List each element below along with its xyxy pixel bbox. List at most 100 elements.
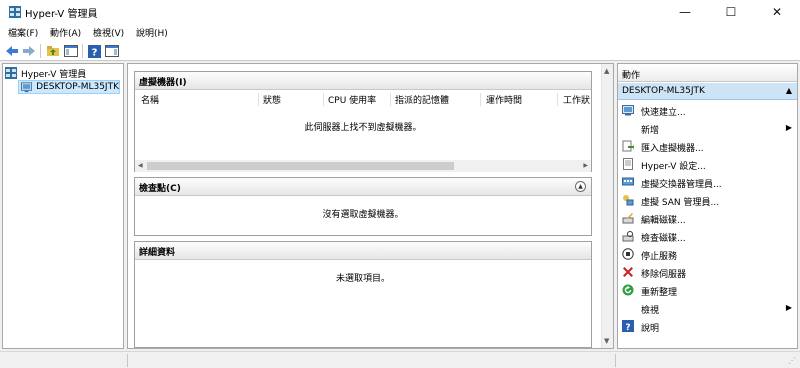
menu-help[interactable]: 說明(H) <box>136 26 168 39</box>
action-inspect-disk[interactable]: 檢查磁碟... <box>618 227 797 245</box>
action-label: 虛擬交換器管理員... <box>641 180 722 190</box>
actions-group-label: DESKTOP-ML35JTK <box>622 86 705 96</box>
show-hide-action-pane-button[interactable] <box>104 43 120 59</box>
submenu-arrow-icon: ▶ <box>785 123 792 132</box>
actions-group-server[interactable]: DESKTOP-ML35JTK ▲ <box>618 83 797 100</box>
column-name[interactable]: 名稱 <box>141 93 159 106</box>
help-icon: ? <box>622 320 634 332</box>
action-label: 編輯磁碟... <box>641 216 686 226</box>
svg-text:?: ? <box>91 47 97 58</box>
action-label: 虛擬 SAN 管理員... <box>641 198 720 208</box>
vms-horizontal-scrollbar[interactable]: ◀ ▶ <box>135 160 591 172</box>
chevron-up-icon: ▲ <box>578 183 583 190</box>
column-status[interactable]: 工作狀 <box>563 93 591 106</box>
tree-item-server[interactable]: DESKTOP-ML35JTK <box>18 80 120 94</box>
action-label: 重新整理 <box>641 288 678 298</box>
show-hide-tree-button[interactable] <box>63 43 79 59</box>
forward-arrow-icon <box>23 46 35 56</box>
help-toolbar-button[interactable]: ? <box>86 43 102 59</box>
san-manager-icon <box>623 195 634 206</box>
submenu-arrow-icon: ▶ <box>785 303 792 312</box>
show-hide-tree-icon <box>64 45 78 57</box>
menu-view[interactable]: 檢視(V) <box>93 26 124 39</box>
menu-file[interactable]: 檔案(F) <box>8 26 38 39</box>
details-empty-message: 未選取項目。 <box>335 274 390 284</box>
import-vm-icon <box>622 140 634 152</box>
column-state[interactable]: 狀態 <box>263 93 281 106</box>
stop-service-icon <box>622 248 634 260</box>
scroll-up-icon[interactable]: ▲ <box>604 67 609 75</box>
action-label: 停止服務 <box>641 252 678 262</box>
action-new[interactable]: 新增 ▶ <box>618 119 797 137</box>
action-label: 檢視 <box>641 306 660 316</box>
close-icon: ✕ <box>771 5 783 19</box>
scroll-down-icon[interactable]: ▼ <box>604 337 609 345</box>
action-stop-service[interactable]: 停止服務 <box>618 245 797 263</box>
menu-action[interactable]: 動作(A) <box>50 26 81 39</box>
up-button[interactable] <box>45 43 61 59</box>
inspect-disk-icon <box>622 231 634 242</box>
vms-scroll-thumb[interactable] <box>147 162 454 170</box>
action-hyper-v-settings[interactable]: Hyper-V 設定... <box>618 155 797 173</box>
actions-pane: 動作 DESKTOP-ML35JTK ▲ 快速建立... 新增 ▶ 匯入虛擬機器… <box>617 63 798 349</box>
action-remove-server[interactable]: 移除伺服器 <box>618 263 797 281</box>
status-bar: ⋰ <box>0 351 800 368</box>
column-assigned-memory[interactable]: 指派的記憶體 <box>395 93 449 106</box>
action-label: 新增 <box>641 126 660 136</box>
forward-button[interactable] <box>21 43 37 59</box>
column-uptime[interactable]: 運作時間 <box>486 93 522 106</box>
title-bar: Hyper-V 管理員 — ☐ ✕ <box>0 0 800 24</box>
resize-grip-icon[interactable]: ⋰ <box>788 356 798 366</box>
scroll-left-icon[interactable]: ◀ <box>138 162 143 169</box>
action-refresh[interactable]: 重新整理 <box>618 281 797 299</box>
action-virtual-switch-manager[interactable]: 虛擬交換器管理員... <box>618 173 797 191</box>
svg-text:?: ? <box>625 323 630 332</box>
quick-create-icon <box>622 105 634 116</box>
scroll-right-icon[interactable]: ▶ <box>583 162 588 169</box>
action-quick-create[interactable]: 快速建立... <box>618 101 797 119</box>
back-button[interactable] <box>4 43 20 59</box>
switch-manager-icon <box>622 177 634 186</box>
toolbar: ? <box>0 41 800 61</box>
show-hide-action-pane-icon <box>105 45 119 57</box>
details-header: 詳細資料 <box>135 242 591 260</box>
collapse-checkpoints-button[interactable]: ▲ <box>575 181 586 192</box>
window-title: Hyper-V 管理員 <box>25 9 98 20</box>
up-folder-icon <box>47 46 59 56</box>
action-label: 說明 <box>641 324 660 334</box>
checkpoints-section: 檢查點(C) ▲ 沒有選取虛擬機器。 <box>134 177 592 236</box>
menu-bar: 檔案(F) 動作(A) 檢視(V) 說明(H) <box>0 24 800 41</box>
column-cpu-usage[interactable]: CPU 使用率 <box>328 93 376 106</box>
action-label: 移除伺服器 <box>641 270 687 280</box>
refresh-icon <box>622 284 634 296</box>
settings-icon <box>623 158 633 170</box>
action-view[interactable]: 檢視 ▶ <box>618 299 797 317</box>
action-import-vm[interactable]: 匯入虛擬機器... <box>618 137 797 155</box>
hyper-v-app-icon <box>9 6 21 18</box>
close-button[interactable]: ✕ <box>754 0 800 24</box>
virtual-machines-header: 虛擬機器(I) <box>135 72 591 90</box>
actions-title: 動作 <box>618 64 797 82</box>
collapse-group-icon[interactable]: ▲ <box>786 86 792 95</box>
minimize-button[interactable]: — <box>662 0 708 24</box>
maximize-button[interactable]: ☐ <box>708 0 754 24</box>
results-vertical-scrollbar[interactable]: ▲ ▼ <box>601 64 613 348</box>
tree-root-hyper-v-manager[interactable]: Hyper-V 管理員 <box>5 66 86 80</box>
tree-root-label: Hyper-V 管理員 <box>21 69 87 80</box>
vms-empty-message: 此伺服器上找不到虛擬機器。 <box>304 123 422 133</box>
help-icon: ? <box>87 44 101 58</box>
remove-server-icon <box>623 267 633 277</box>
maximize-icon: ☐ <box>725 5 737 19</box>
action-edit-disk[interactable]: 編輯磁碟... <box>618 209 797 227</box>
checkpoints-empty-message: 沒有選取虛擬機器。 <box>322 210 404 220</box>
action-help[interactable]: ? 說明 <box>618 317 797 335</box>
action-label: 快速建立... <box>641 108 686 118</box>
action-label: 檢查磁碟... <box>641 234 686 244</box>
action-label: Hyper-V 設定... <box>641 162 706 172</box>
details-section: 詳細資料 未選取項目。 <box>134 241 592 348</box>
action-virtual-san-manager[interactable]: 虛擬 SAN 管理員... <box>618 191 797 209</box>
console-tree: Hyper-V 管理員 DESKTOP-ML35JTK <box>2 63 124 349</box>
virtual-machines-section: 虛擬機器(I) 名稱 狀態 CPU 使用率 指派的記憶體 運作時間 工作狀 此伺… <box>134 71 592 172</box>
server-icon <box>21 82 33 93</box>
tree-server-label: DESKTOP-ML35JTK <box>36 82 119 92</box>
